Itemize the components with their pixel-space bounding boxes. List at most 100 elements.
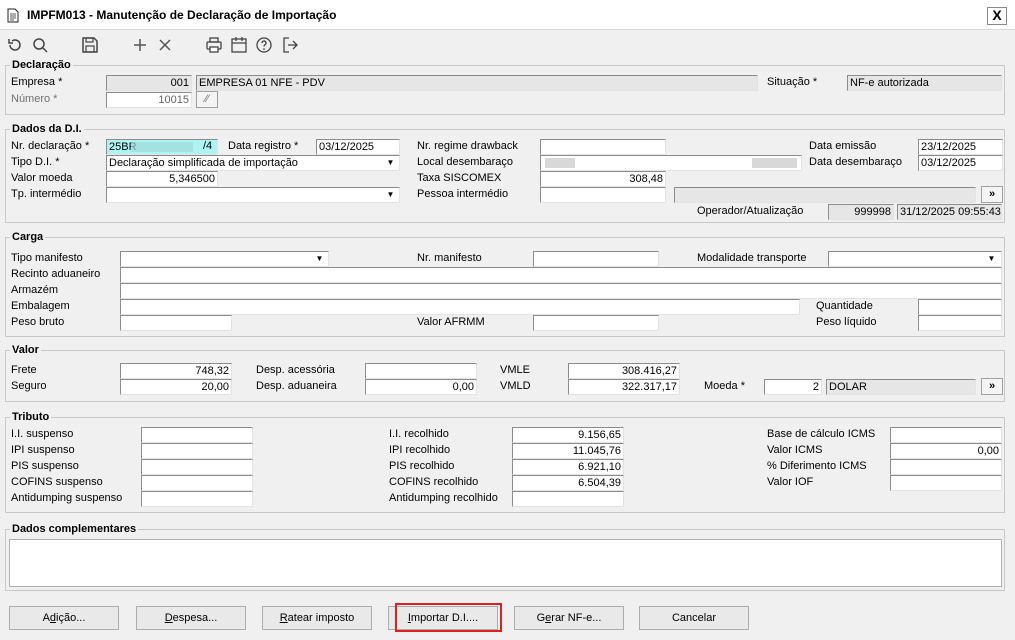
search-icon[interactable]: [31, 36, 49, 54]
nr-regime-drawback-field[interactable]: [540, 139, 666, 155]
tributo-legend: Tributo: [12, 411, 50, 423]
vmle-field[interactable]: 308.416,27: [568, 363, 680, 379]
base-calculo-icms-field[interactable]: [890, 427, 1002, 443]
tipo-di-select[interactable]: Declaração simplificada de importação: [106, 155, 400, 171]
declaracao-legend: Declaração: [12, 59, 71, 71]
dados-complementares-legend: Dados complementares: [12, 523, 137, 535]
despesa-button[interactable]: Despesa...: [136, 606, 246, 630]
save-icon[interactable]: [81, 36, 99, 54]
empresa-label: Empresa *: [11, 76, 63, 88]
chevron-down-icon[interactable]: ▼: [383, 188, 398, 202]
gerar-label-g: G: [536, 612, 546, 624]
numero-field[interactable]: 10015: [106, 92, 192, 108]
ii-suspenso-field[interactable]: [141, 427, 253, 443]
cofins-suspenso-field[interactable]: [141, 475, 253, 491]
pis-recolhido-field[interactable]: 6.921,10: [512, 459, 624, 475]
calendar-icon[interactable]: [230, 36, 248, 54]
armazem-field[interactable]: [120, 283, 1002, 299]
recinto-aduaneiro-field[interactable]: [120, 267, 1002, 283]
diferimento-icms-label: % Diferimento ICMS: [767, 460, 867, 472]
operador-label: Operador/Atualização: [697, 205, 804, 217]
seguro-field[interactable]: 20,00: [120, 379, 232, 395]
ii-recolhido-label: I.I. recolhido: [389, 428, 449, 440]
data-registro-label: Data registro *: [228, 140, 299, 152]
embalagem-field[interactable]: [120, 299, 800, 315]
redacted-block: [545, 158, 575, 168]
modalidade-transporte-select[interactable]: [828, 251, 1002, 267]
chevron-down-icon[interactable]: ▼: [312, 252, 327, 266]
valor-afrmm-field[interactable]: [533, 315, 659, 331]
moeda-code-field[interactable]: 2: [764, 379, 822, 395]
add-icon[interactable]: [131, 36, 149, 54]
pessoa-intermedio-name-field: [674, 187, 976, 203]
taxa-siscomex-field[interactable]: 308,48: [540, 171, 666, 187]
diferimento-icms-field[interactable]: [890, 459, 1002, 475]
tipo-manifesto-label: Tipo manifesto: [11, 252, 83, 264]
delete-icon[interactable]: [156, 36, 174, 54]
quantidade-label: Quantidade: [816, 300, 873, 312]
seguro-label: Seguro: [11, 380, 47, 392]
moeda-label: Moeda *: [704, 380, 745, 392]
despesa-label-mnemonic: D: [164, 612, 173, 624]
cofins-recolhido-field[interactable]: 6.504,39: [512, 475, 624, 491]
valor-moeda-field[interactable]: 5,346500: [106, 171, 218, 187]
nr-declaracao-suffix: /4: [203, 140, 213, 152]
close-button[interactable]: X: [987, 7, 1007, 25]
dados-di-legend: Dados da D.I.: [12, 123, 82, 135]
desp-acessoria-field[interactable]: [365, 363, 477, 379]
antidumping-recolhido-field[interactable]: [512, 491, 624, 507]
nr-regime-drawback-label: Nr. regime drawback: [417, 140, 518, 152]
valor-icms-field[interactable]: 0,00: [890, 443, 1002, 459]
ratear-imposto-button[interactable]: Ratear imposto: [262, 606, 372, 630]
tp-intermedio-select[interactable]: [106, 187, 400, 203]
adicao-button[interactable]: Adição...: [9, 606, 119, 630]
chevron-down-icon[interactable]: ▼: [383, 156, 398, 170]
ipi-recolhido-field[interactable]: 11.045,76: [512, 443, 624, 459]
antidumping-suspenso-field[interactable]: [141, 491, 253, 507]
vmle-label: VMLE: [500, 364, 530, 376]
cancelar-button[interactable]: Cancelar: [639, 606, 749, 630]
operador-field: 999998: [828, 204, 894, 220]
numero-label: Número *: [11, 93, 58, 105]
quantidade-field[interactable]: [918, 299, 1002, 315]
lookup-icon: ⁄⁄: [205, 93, 209, 105]
moeda-more-button[interactable]: »: [981, 378, 1003, 395]
tipo-manifesto-select[interactable]: [120, 251, 329, 267]
numero-lookup-button[interactable]: ⁄⁄: [196, 91, 218, 108]
peso-liquido-field[interactable]: [918, 315, 1002, 331]
frete-field[interactable]: 748,32: [120, 363, 232, 379]
chevron-down-icon[interactable]: ▼: [984, 252, 999, 266]
valor-iof-label: Valor IOF: [767, 476, 814, 488]
pis-suspenso-field[interactable]: [141, 459, 253, 475]
antidumping-recolhido-label: Antidumping recolhido: [389, 492, 498, 504]
situacao-field: NF-e autorizada: [847, 75, 1002, 91]
peso-bruto-field[interactable]: [120, 315, 232, 331]
empresa-code-field[interactable]: 001: [106, 75, 192, 91]
desp-aduaneira-label: Desp. aduaneira: [256, 380, 337, 392]
pessoa-intermedio-code-field[interactable]: [540, 187, 666, 203]
ii-recolhido-field[interactable]: 9.156,65: [512, 427, 624, 443]
vmld-field[interactable]: 322.317,17: [568, 379, 680, 395]
gerar-nfe-button[interactable]: Gerar NF-e...: [514, 606, 624, 630]
desp-aduaneira-field[interactable]: 0,00: [365, 379, 477, 395]
base-calculo-icms-label: Base de cálculo ICMS: [767, 428, 876, 440]
print-icon[interactable]: [205, 36, 223, 54]
importar-di-highlight: [395, 603, 502, 632]
ipi-suspenso-field[interactable]: [141, 443, 253, 459]
cofins-suspenso-label: COFINS suspenso: [11, 476, 103, 488]
dados-complementares-textarea[interactable]: [9, 539, 1002, 587]
data-registro-field[interactable]: 03/12/2025: [316, 139, 400, 155]
atualizacao-field: 31/12/2025 09:55:43: [897, 204, 1002, 220]
data-desembaraco-field[interactable]: 03/12/2025: [918, 155, 1003, 171]
valor-iof-field[interactable]: [890, 475, 1002, 491]
ipi-suspenso-label: IPI suspenso: [11, 444, 75, 456]
frete-label: Frete: [11, 364, 37, 376]
undo-icon[interactable]: [6, 36, 24, 54]
pessoa-intermedio-more-button[interactable]: »: [981, 186, 1003, 203]
gerar-label-rest: rar NF-e...: [551, 612, 602, 624]
local-desembaraco-label: Local desembaraço: [417, 156, 514, 168]
data-emissao-field[interactable]: 23/12/2025: [918, 139, 1003, 155]
nr-manifesto-field[interactable]: [533, 251, 659, 267]
help-icon[interactable]: [255, 36, 273, 54]
exit-icon[interactable]: [281, 36, 299, 54]
